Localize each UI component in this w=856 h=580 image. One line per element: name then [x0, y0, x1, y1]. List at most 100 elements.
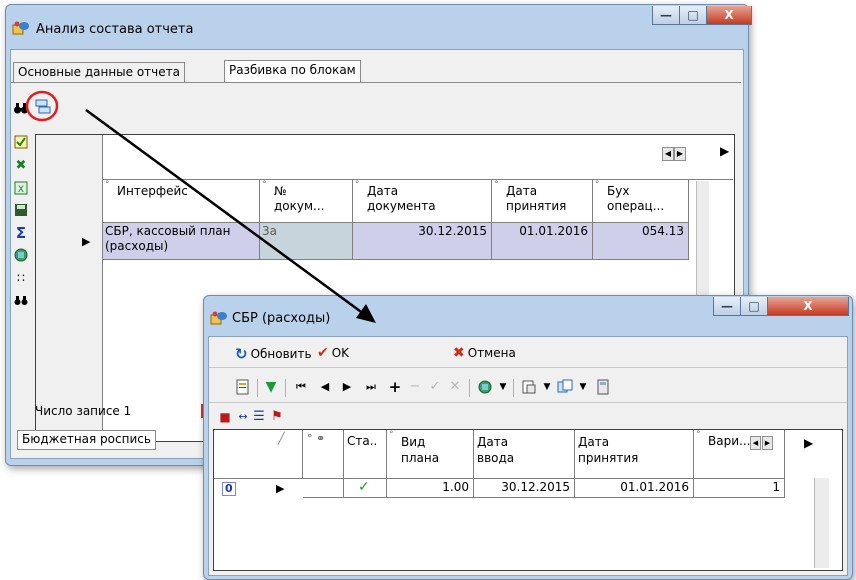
exit-icon[interactable]: ■: [217, 409, 233, 425]
vertical-scrollbar[interactable]: [814, 478, 829, 568]
col-header-accept-date[interactable]: ° Дата принятия: [492, 180, 593, 223]
child-app-icon: [210, 311, 227, 325]
col-header-variant[interactable]: ° Вари... ◀ ▶: [694, 430, 785, 479]
plan-grid[interactable]: ╱ ° ⚭ Ста.. ° Вид плана Дата ввода Дата …: [213, 429, 843, 571]
refresh-button[interactable]: ↻ Обновить: [235, 345, 312, 363]
row-indicator-icon[interactable]: ▶: [82, 235, 90, 248]
export-excel-icon[interactable]: X: [13, 180, 29, 196]
col-header-doc-date[interactable]: ° Дата документа: [353, 180, 492, 223]
col-header-doc-no[interactable]: ° № докум...: [260, 180, 353, 223]
chevron-down-icon[interactable]: ▼: [495, 379, 511, 395]
app-icon: [12, 21, 29, 35]
col-label: Вид плана: [401, 435, 440, 465]
print-doc-icon[interactable]: [521, 379, 537, 395]
hscroll-left-button[interactable]: ◀: [662, 147, 674, 161]
col-header-accept-date[interactable]: Дата принятия: [575, 430, 694, 479]
col-label: Дата принятия: [506, 184, 567, 213]
col-label: Интерфейс: [117, 184, 188, 198]
excel-icon[interactable]: ✖: [13, 158, 29, 174]
sigma-icon[interactable]: Σ: [13, 225, 29, 241]
cancel-button[interactable]: ✖ Отмена: [453, 345, 516, 361]
close-button[interactable]: X: [706, 6, 752, 25]
tab-main-data[interactable]: Основные данные отчета: [13, 62, 185, 83]
col-label: № докум...: [274, 184, 325, 213]
col-label: Бух операц...: [607, 184, 665, 213]
minimize-button[interactable]: —: [652, 6, 680, 25]
expand-arrow-icon[interactable]: ▶: [804, 436, 813, 450]
col-toolbar-area: [36, 135, 103, 181]
expand-arrow-icon[interactable]: ▶: [720, 144, 729, 158]
child-close-button[interactable]: X: [767, 297, 849, 316]
cancel-x-icon: ✖: [453, 345, 465, 361]
child-minimize-button[interactable]: —: [713, 297, 741, 316]
prev-record-icon[interactable]: ◀: [317, 379, 333, 395]
binoculars-small-icon[interactable]: [13, 292, 29, 308]
chevron-down-icon[interactable]: ▼: [575, 379, 591, 395]
calculator-icon[interactable]: [595, 379, 611, 395]
col-header-operation[interactable]: ° Бух операц...: [593, 180, 689, 223]
cell-text: 1: [772, 480, 780, 494]
toolbar-separator: [469, 379, 470, 397]
globe-table-icon[interactable]: [477, 379, 493, 395]
col-header-status[interactable]: Ста..: [344, 430, 387, 479]
ok-label: OK: [331, 346, 350, 360]
col-label: Дата документа: [367, 184, 436, 213]
save-icon[interactable]: [13, 202, 29, 218]
cell-accept-date[interactable]: 01.01.2016: [492, 223, 593, 260]
cell-link[interactable]: [303, 479, 344, 498]
globe-table-icon[interactable]: [13, 247, 29, 263]
copy-doc-icon[interactable]: [557, 379, 573, 395]
col-header-plan-type[interactable]: ° Вид плана: [387, 430, 474, 479]
row-indicator-icon[interactable]: ▶: [276, 482, 284, 495]
refresh-icon: ↻: [235, 345, 248, 363]
form-icon[interactable]: [235, 379, 251, 395]
col-header-input-date[interactable]: Дата ввода: [474, 430, 575, 479]
cell-accept-date[interactable]: 01.01.2016: [575, 479, 694, 498]
hscroll-right-button[interactable]: ▶: [762, 436, 773, 450]
row-marker: 0: [222, 482, 236, 496]
cell-doc-no[interactable]: 3а: [260, 223, 353, 260]
col-label: Вари...: [708, 434, 751, 448]
first-record-icon[interactable]: ⏮: [293, 379, 309, 395]
cell-text: 30.12.2015: [418, 224, 487, 238]
cell-status[interactable]: ✓: [344, 479, 387, 498]
cell-interface[interactable]: СБР, кассовый план (расходы): [103, 223, 260, 260]
next-record-icon[interactable]: ▶: [339, 379, 355, 395]
child-maximize-button[interactable]: □: [740, 297, 768, 316]
toolbar-separator: [513, 379, 514, 397]
ok-button[interactable]: ✔ OK: [317, 345, 349, 361]
last-record-icon[interactable]: ⏭: [363, 379, 379, 395]
cell-text: 30.12.2015: [501, 480, 570, 494]
tab-budget-schedule[interactable]: Бюджетная роспись: [17, 430, 156, 450]
cell-variant[interactable]: 1: [694, 479, 785, 498]
tree-icon[interactable]: ∷: [13, 270, 29, 286]
col-label: Дата ввода: [477, 435, 515, 465]
tab-blocks[interactable]: Разбивка по блокам: [224, 60, 361, 83]
check-icon: ✔: [317, 345, 329, 361]
child-window-title: СБР (расходы): [232, 311, 331, 326]
cell-plan-type[interactable]: 1.00: [387, 479, 474, 498]
hscroll-left-button[interactable]: ◀: [750, 436, 761, 450]
cancel-edit-icon[interactable]: ✕: [447, 379, 463, 395]
post-record-icon[interactable]: ✓: [427, 379, 443, 395]
cell-operation[interactable]: 054.13: [593, 223, 689, 260]
filter-icon[interactable]: ▼: [263, 379, 279, 395]
maximize-button[interactable]: □: [679, 6, 707, 25]
arrows-icon[interactable]: ↔: [235, 409, 251, 425]
grid-corner-mark: ╱: [278, 432, 285, 445]
add-record-icon[interactable]: +: [387, 379, 403, 395]
cell-doc-date[interactable]: 30.12.2015: [353, 223, 492, 260]
child-window: СБР (расходы) — □ X ↻ Обновить ✔ OK ✖ От…: [203, 295, 853, 580]
cell-input-date[interactable]: 30.12.2015: [474, 479, 575, 498]
col-header-interface[interactable]: ° Интерфейс: [103, 180, 260, 223]
hscroll-right-button[interactable]: ▶: [674, 147, 686, 161]
checklist-icon[interactable]: ☰: [251, 409, 267, 425]
header-top-band: [103, 135, 733, 180]
col-header-link[interactable]: ° ⚭: [303, 430, 344, 479]
flag-table-icon[interactable]: ⚑: [269, 409, 285, 425]
cell-text: СБР, кассовый план (расходы): [105, 224, 231, 253]
cell-text: 1.00: [442, 480, 469, 494]
chevron-down-icon[interactable]: ▼: [539, 379, 555, 395]
check-doc-icon[interactable]: [13, 134, 29, 150]
delete-record-icon[interactable]: −: [407, 379, 423, 395]
